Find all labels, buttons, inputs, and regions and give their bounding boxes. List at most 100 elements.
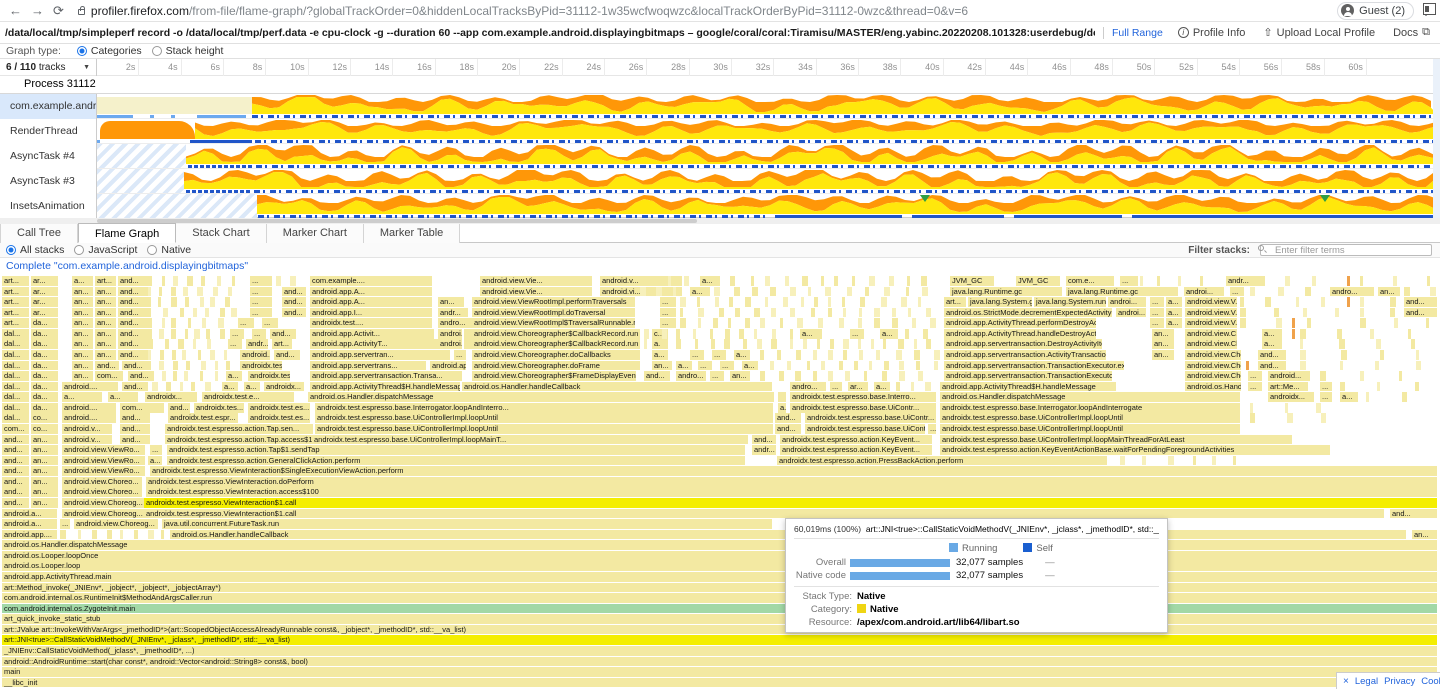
flame-block[interactable] <box>847 287 852 297</box>
flame-block[interactable] <box>213 287 218 297</box>
flame-block[interactable] <box>184 371 188 381</box>
flame-block[interactable] <box>780 318 783 328</box>
flame-block[interactable]: androidx.test.espresso.base.UiContr... <box>805 413 936 423</box>
flame-block[interactable] <box>182 350 186 360</box>
flame-block[interactable] <box>1408 329 1411 339</box>
flame-block[interactable] <box>754 329 757 339</box>
flame-block[interactable] <box>1307 318 1311 328</box>
flame-block[interactable] <box>751 276 754 286</box>
flame-block[interactable]: androidx.test.espresso.ViewInteraction$1… <box>144 498 1437 508</box>
flame-block[interactable] <box>1296 297 1299 307</box>
flame-block[interactable]: android.app.I... <box>310 308 432 318</box>
flame-block[interactable] <box>1305 287 1311 297</box>
flame-block[interactable]: a... <box>800 329 822 339</box>
flame-block[interactable]: da... <box>31 329 58 339</box>
track-label-1[interactable]: RenderThread <box>0 119 97 144</box>
flame-block[interactable] <box>854 361 858 371</box>
flame-block[interactable] <box>160 350 164 360</box>
flame-block[interactable] <box>1157 276 1160 286</box>
flame-block[interactable] <box>148 350 151 360</box>
flame-block[interactable] <box>210 350 215 360</box>
track-lane-4[interactable] <box>97 194 1437 219</box>
flame-block[interactable] <box>276 276 281 286</box>
flame-block[interactable]: android.view.ViewRootImpl.performTravers… <box>472 297 635 307</box>
stacks-radio-native[interactable] <box>147 245 157 255</box>
flame-block[interactable]: com... <box>2 424 29 434</box>
flame-block[interactable] <box>889 276 894 286</box>
flame-block[interactable]: java.lang.Runtime.gc <box>950 287 1062 297</box>
flame-block[interactable]: art... <box>2 276 29 286</box>
flame-block[interactable]: art... <box>2 308 29 318</box>
flame-block[interactable] <box>1426 318 1429 328</box>
flame-block[interactable]: ... <box>250 297 272 307</box>
flame-block[interactable]: a... <box>778 403 786 413</box>
flame-block[interactable] <box>202 318 206 328</box>
flame-block[interactable] <box>1427 276 1430 286</box>
flame-block[interactable] <box>813 371 817 381</box>
flame-block[interactable] <box>911 382 914 392</box>
flame-block[interactable] <box>662 329 667 339</box>
full-range-button[interactable]: Full Range <box>1112 27 1163 39</box>
flame-block[interactable] <box>1341 350 1347 360</box>
flame-block[interactable] <box>1212 456 1216 466</box>
flame-block[interactable]: androidx.test.espresso.action.PressBackA… <box>777 456 1107 466</box>
flame-block[interactable] <box>1390 308 1395 318</box>
flame-block[interactable] <box>921 276 927 286</box>
flame-block[interactable] <box>165 339 169 349</box>
flame-block[interactable] <box>210 297 215 307</box>
flame-block[interactable] <box>795 371 801 381</box>
flame-block[interactable] <box>224 350 227 360</box>
flame-block[interactable]: com... <box>120 403 164 413</box>
marker-arrow-icon[interactable] <box>920 195 930 202</box>
flame-block[interactable] <box>787 361 791 371</box>
flame-block[interactable] <box>680 318 686 328</box>
flame-block[interactable]: an... <box>72 339 93 349</box>
flame-block[interactable]: androidx.test.... <box>240 361 282 371</box>
flame-block[interactable]: com.example.... <box>310 276 432 286</box>
flame-block[interactable]: android.v... <box>62 435 112 445</box>
flame-block[interactable]: ... <box>1248 382 1262 392</box>
flame-block[interactable]: android.os.Handler.dispatchMessage <box>940 392 1240 402</box>
flame-block[interactable] <box>697 297 700 307</box>
flame-block[interactable] <box>828 308 832 318</box>
flame-block[interactable] <box>752 287 758 297</box>
flame-block[interactable]: and... <box>118 308 148 318</box>
flame-block[interactable] <box>760 350 764 360</box>
flame-block[interactable]: java.lang.System.runF... <box>1034 297 1106 307</box>
flame-block[interactable] <box>1140 276 1143 286</box>
flame-block[interactable] <box>1402 392 1407 402</box>
flame-block[interactable] <box>172 350 176 360</box>
flame-block[interactable] <box>191 382 195 392</box>
flame-block[interactable] <box>163 308 168 318</box>
flame-block[interactable]: an... <box>31 477 58 487</box>
flame-block[interactable]: and... <box>1404 297 1437 307</box>
flame-block[interactable] <box>1285 276 1290 286</box>
flame-block[interactable] <box>1246 361 1249 371</box>
flame-block[interactable] <box>200 371 203 381</box>
filter-stacks-input[interactable] <box>1260 244 1432 256</box>
flame-block[interactable] <box>896 350 902 360</box>
flame-block[interactable]: and... <box>644 371 670 381</box>
flame-block[interactable]: an... <box>31 445 58 455</box>
flame-block[interactable]: androidx.test.espresso.base.UiController… <box>312 435 748 445</box>
flame-block[interactable] <box>1320 371 1326 381</box>
flame-block[interactable] <box>228 287 232 297</box>
flame-block[interactable]: android.view.V... <box>1185 308 1237 318</box>
flame-block[interactable]: ... <box>1320 382 1332 392</box>
flame-block[interactable] <box>864 371 867 381</box>
flame-block[interactable]: co... <box>31 413 58 423</box>
flame-block[interactable]: andr... <box>246 339 268 349</box>
flame-block[interactable]: a... <box>1340 392 1358 402</box>
flame-block[interactable] <box>912 318 916 328</box>
flame-block[interactable]: android... <box>240 350 270 360</box>
flame-block[interactable]: an... <box>730 371 750 381</box>
flame-block[interactable] <box>817 339 820 349</box>
flame-block[interactable]: androi... <box>1108 297 1146 307</box>
flame-block[interactable]: android.view.Choreog... <box>62 498 146 508</box>
flame-block[interactable] <box>201 361 206 371</box>
flame-block[interactable] <box>783 297 788 307</box>
flame-block[interactable] <box>693 329 696 339</box>
flame-block[interactable] <box>843 308 846 318</box>
flame-block[interactable]: an... <box>72 318 93 328</box>
flame-block[interactable]: android.app.A... <box>310 297 432 307</box>
